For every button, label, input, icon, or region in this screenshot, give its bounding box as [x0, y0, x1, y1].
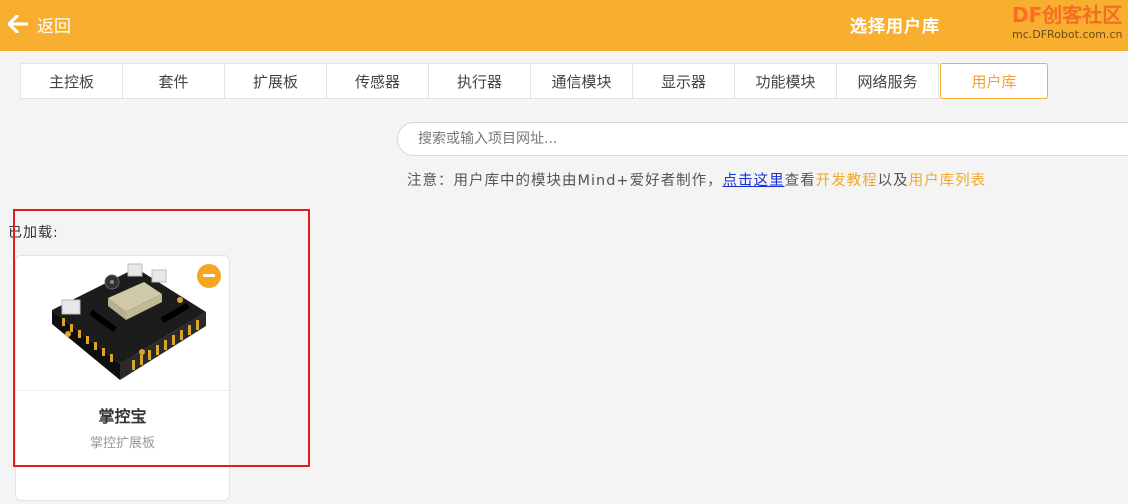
top-bar: 返回 选择用户库 DF创客社区 mc.DFRobot.com.cn: [0, 0, 1128, 51]
click-here-link[interactable]: 点击这里: [723, 173, 785, 189]
arrow-left-icon: [8, 15, 28, 33]
page-title: 选择用户库: [850, 17, 940, 37]
tab-display[interactable]: 显示器: [633, 64, 735, 98]
tab-user-library[interactable]: 用户库: [940, 63, 1048, 99]
category-tabs: 主控板 套件 扩展板 传感器 执行器 通信模块 显示器 功能模块 网络服务 用户…: [20, 63, 1048, 99]
tab-kit[interactable]: 套件: [123, 64, 225, 98]
tab-communication[interactable]: 通信模块: [531, 64, 633, 98]
remove-icon[interactable]: [197, 264, 221, 288]
notice-mid: 查看: [784, 173, 816, 189]
notice-and: 以及: [877, 173, 909, 189]
back-label: 返回: [37, 16, 71, 37]
expansion-board-image: [52, 263, 206, 380]
tab-sensor[interactable]: 传感器: [327, 64, 429, 98]
user-library-list-link[interactable]: 用户库列表: [909, 173, 987, 189]
tab-function[interactable]: 功能模块: [735, 64, 837, 98]
tab-main-controller[interactable]: 主控板: [21, 64, 123, 98]
library-card[interactable]: 掌控宝 掌控扩展板: [15, 255, 230, 501]
tab-expansion-board[interactable]: 扩展板: [225, 64, 327, 98]
back-button[interactable]: 返回: [8, 11, 71, 37]
brand-df: DF: [1012, 3, 1043, 27]
notice-prefix: 注意：用户库中的模块由Mind+爱好者制作，: [407, 173, 723, 189]
notice-text: 注意：用户库中的模块由Mind+爱好者制作，点击这里查看开发教程以及用户库列表: [407, 169, 986, 190]
card-description: 掌控扩展板: [89, 436, 155, 451]
tab-network-service[interactable]: 网络服务: [837, 64, 939, 98]
card-image: [16, 256, 229, 391]
search-input[interactable]: [397, 122, 1128, 156]
loaded-label: 已加载:: [8, 225, 59, 241]
tab-actuator[interactable]: 执行器: [429, 64, 531, 98]
card-title: 掌控宝: [98, 407, 147, 426]
brand-url: mc.DFRobot.com.cn: [1012, 28, 1123, 41]
brand-cn: 创客社区: [1042, 3, 1123, 27]
brand-logo: DF创客社区 mc.DFRobot.com.cn: [1012, 2, 1126, 41]
dev-tutorial-link[interactable]: 开发教程: [816, 173, 878, 189]
